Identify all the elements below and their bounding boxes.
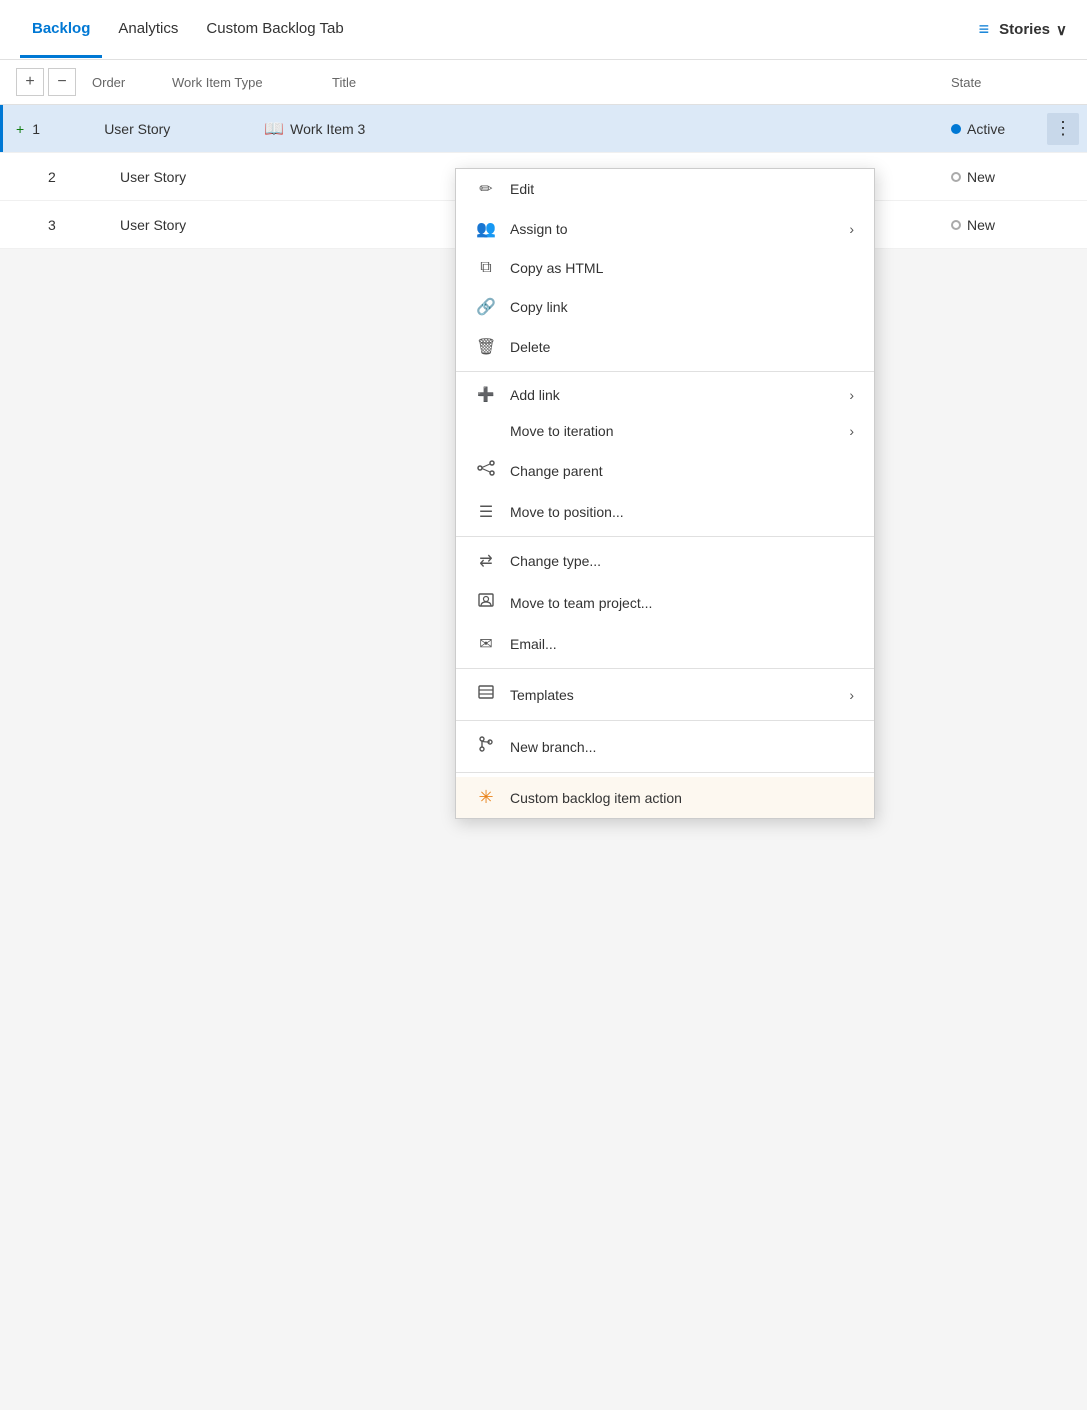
state-dot-new	[951, 172, 961, 182]
menu-divider	[456, 668, 874, 669]
table-header: + − Order Work Item Type Title State	[0, 60, 1087, 105]
state-dot-active	[951, 124, 961, 134]
column-header-type: Work Item Type	[172, 75, 332, 90]
column-header-order: Order	[92, 75, 172, 90]
menu-item-email[interactable]: ✉ Email...	[456, 624, 874, 664]
menu-item-assign-to[interactable]: 👥 Assign to ›	[456, 209, 874, 249]
chevron-right-icon: ›	[849, 687, 854, 703]
menu-item-move-team[interactable]: Move to team project...	[456, 581, 874, 624]
row-order: 3	[40, 217, 120, 233]
row-type: User Story	[104, 121, 264, 137]
row-type: User Story	[120, 217, 280, 233]
menu-item-move-position[interactable]: ☰ Move to position...	[456, 492, 874, 532]
list-icon: ☰	[476, 502, 496, 522]
menu-item-edit[interactable]: ✏ Edit	[456, 169, 874, 209]
chevron-right-icon: ›	[849, 387, 854, 403]
row-state: New	[951, 169, 1071, 185]
stories-button[interactable]: Stories ∨	[999, 21, 1067, 39]
menu-divider	[456, 772, 874, 773]
row-context-menu-button[interactable]: ⋮	[1047, 113, 1079, 145]
menu-divider	[456, 371, 874, 372]
add-link-icon: ➕	[476, 386, 496, 403]
work-item-book-icon: 📖	[264, 119, 284, 139]
menu-item-copy-html[interactable]: ⧉ Copy as HTML	[456, 249, 874, 287]
trash-icon: 🗑	[476, 337, 496, 357]
chevron-right-icon: ›	[849, 423, 854, 439]
stories-label: Stories	[999, 21, 1050, 38]
edit-icon: ✏	[476, 179, 496, 199]
top-navigation: Backlog Analytics Custom Backlog Tab ≡ S…	[0, 0, 1087, 60]
menu-item-delete[interactable]: 🗑 Delete	[456, 327, 874, 367]
add-remove-buttons: + −	[16, 68, 76, 96]
menu-divider	[456, 720, 874, 721]
tab-backlog[interactable]: Backlog	[20, 2, 102, 58]
templates-icon	[476, 683, 496, 706]
tab-custom-backlog[interactable]: Custom Backlog Tab	[194, 2, 355, 58]
row-type: User Story	[120, 169, 280, 185]
tab-analytics[interactable]: Analytics	[106, 2, 190, 58]
add-item-button[interactable]: +	[16, 68, 44, 96]
row-order: 1	[24, 121, 104, 137]
menu-item-change-parent[interactable]: Change parent	[456, 449, 874, 492]
menu-item-move-iteration[interactable]: Move to iteration ›	[456, 413, 874, 449]
row-order: 2	[40, 169, 120, 185]
menu-item-new-branch[interactable]: New branch...	[456, 725, 874, 768]
add-child-icon[interactable]: +	[16, 121, 24, 137]
branch-icon	[476, 735, 496, 758]
move-team-icon	[476, 591, 496, 614]
menu-item-copy-link[interactable]: 🔗 Copy link	[456, 287, 874, 327]
chevron-right-icon: ›	[849, 221, 854, 237]
row-accent	[0, 105, 3, 152]
menu-item-custom-action[interactable]: ✳ Custom backlog item action	[456, 777, 874, 818]
custom-action-icon: ✳	[476, 787, 496, 808]
menu-divider	[456, 536, 874, 537]
change-parent-icon	[476, 459, 496, 482]
assign-icon: 👥	[476, 219, 496, 239]
menu-item-add-link[interactable]: ➕ Add link ›	[456, 376, 874, 413]
column-header-title: Title	[332, 75, 951, 90]
column-header-state: State	[951, 75, 1071, 90]
row-state: New	[951, 217, 1071, 233]
table-row[interactable]: + 1 User Story 📖 Work Item 3 Active ⋮	[0, 105, 1087, 153]
link-icon: 🔗	[476, 297, 496, 317]
context-menu: ✏ Edit 👥 Assign to › ⧉ Copy as HTML 🔗 Co…	[455, 168, 875, 819]
chevron-down-icon: ∨	[1056, 21, 1067, 39]
row-title: 📖 Work Item 3	[264, 119, 951, 139]
nav-right: ≡ Stories ∨	[979, 19, 1067, 40]
hamburger-icon[interactable]: ≡	[979, 19, 990, 40]
remove-item-button[interactable]: −	[48, 68, 76, 96]
copy-icon: ⧉	[476, 259, 496, 277]
menu-item-templates[interactable]: Templates ›	[456, 673, 874, 716]
state-dot-new	[951, 220, 961, 230]
menu-item-change-type[interactable]: ⇄ Change type...	[456, 541, 874, 581]
email-icon: ✉	[476, 634, 496, 654]
change-type-icon: ⇄	[476, 551, 496, 571]
